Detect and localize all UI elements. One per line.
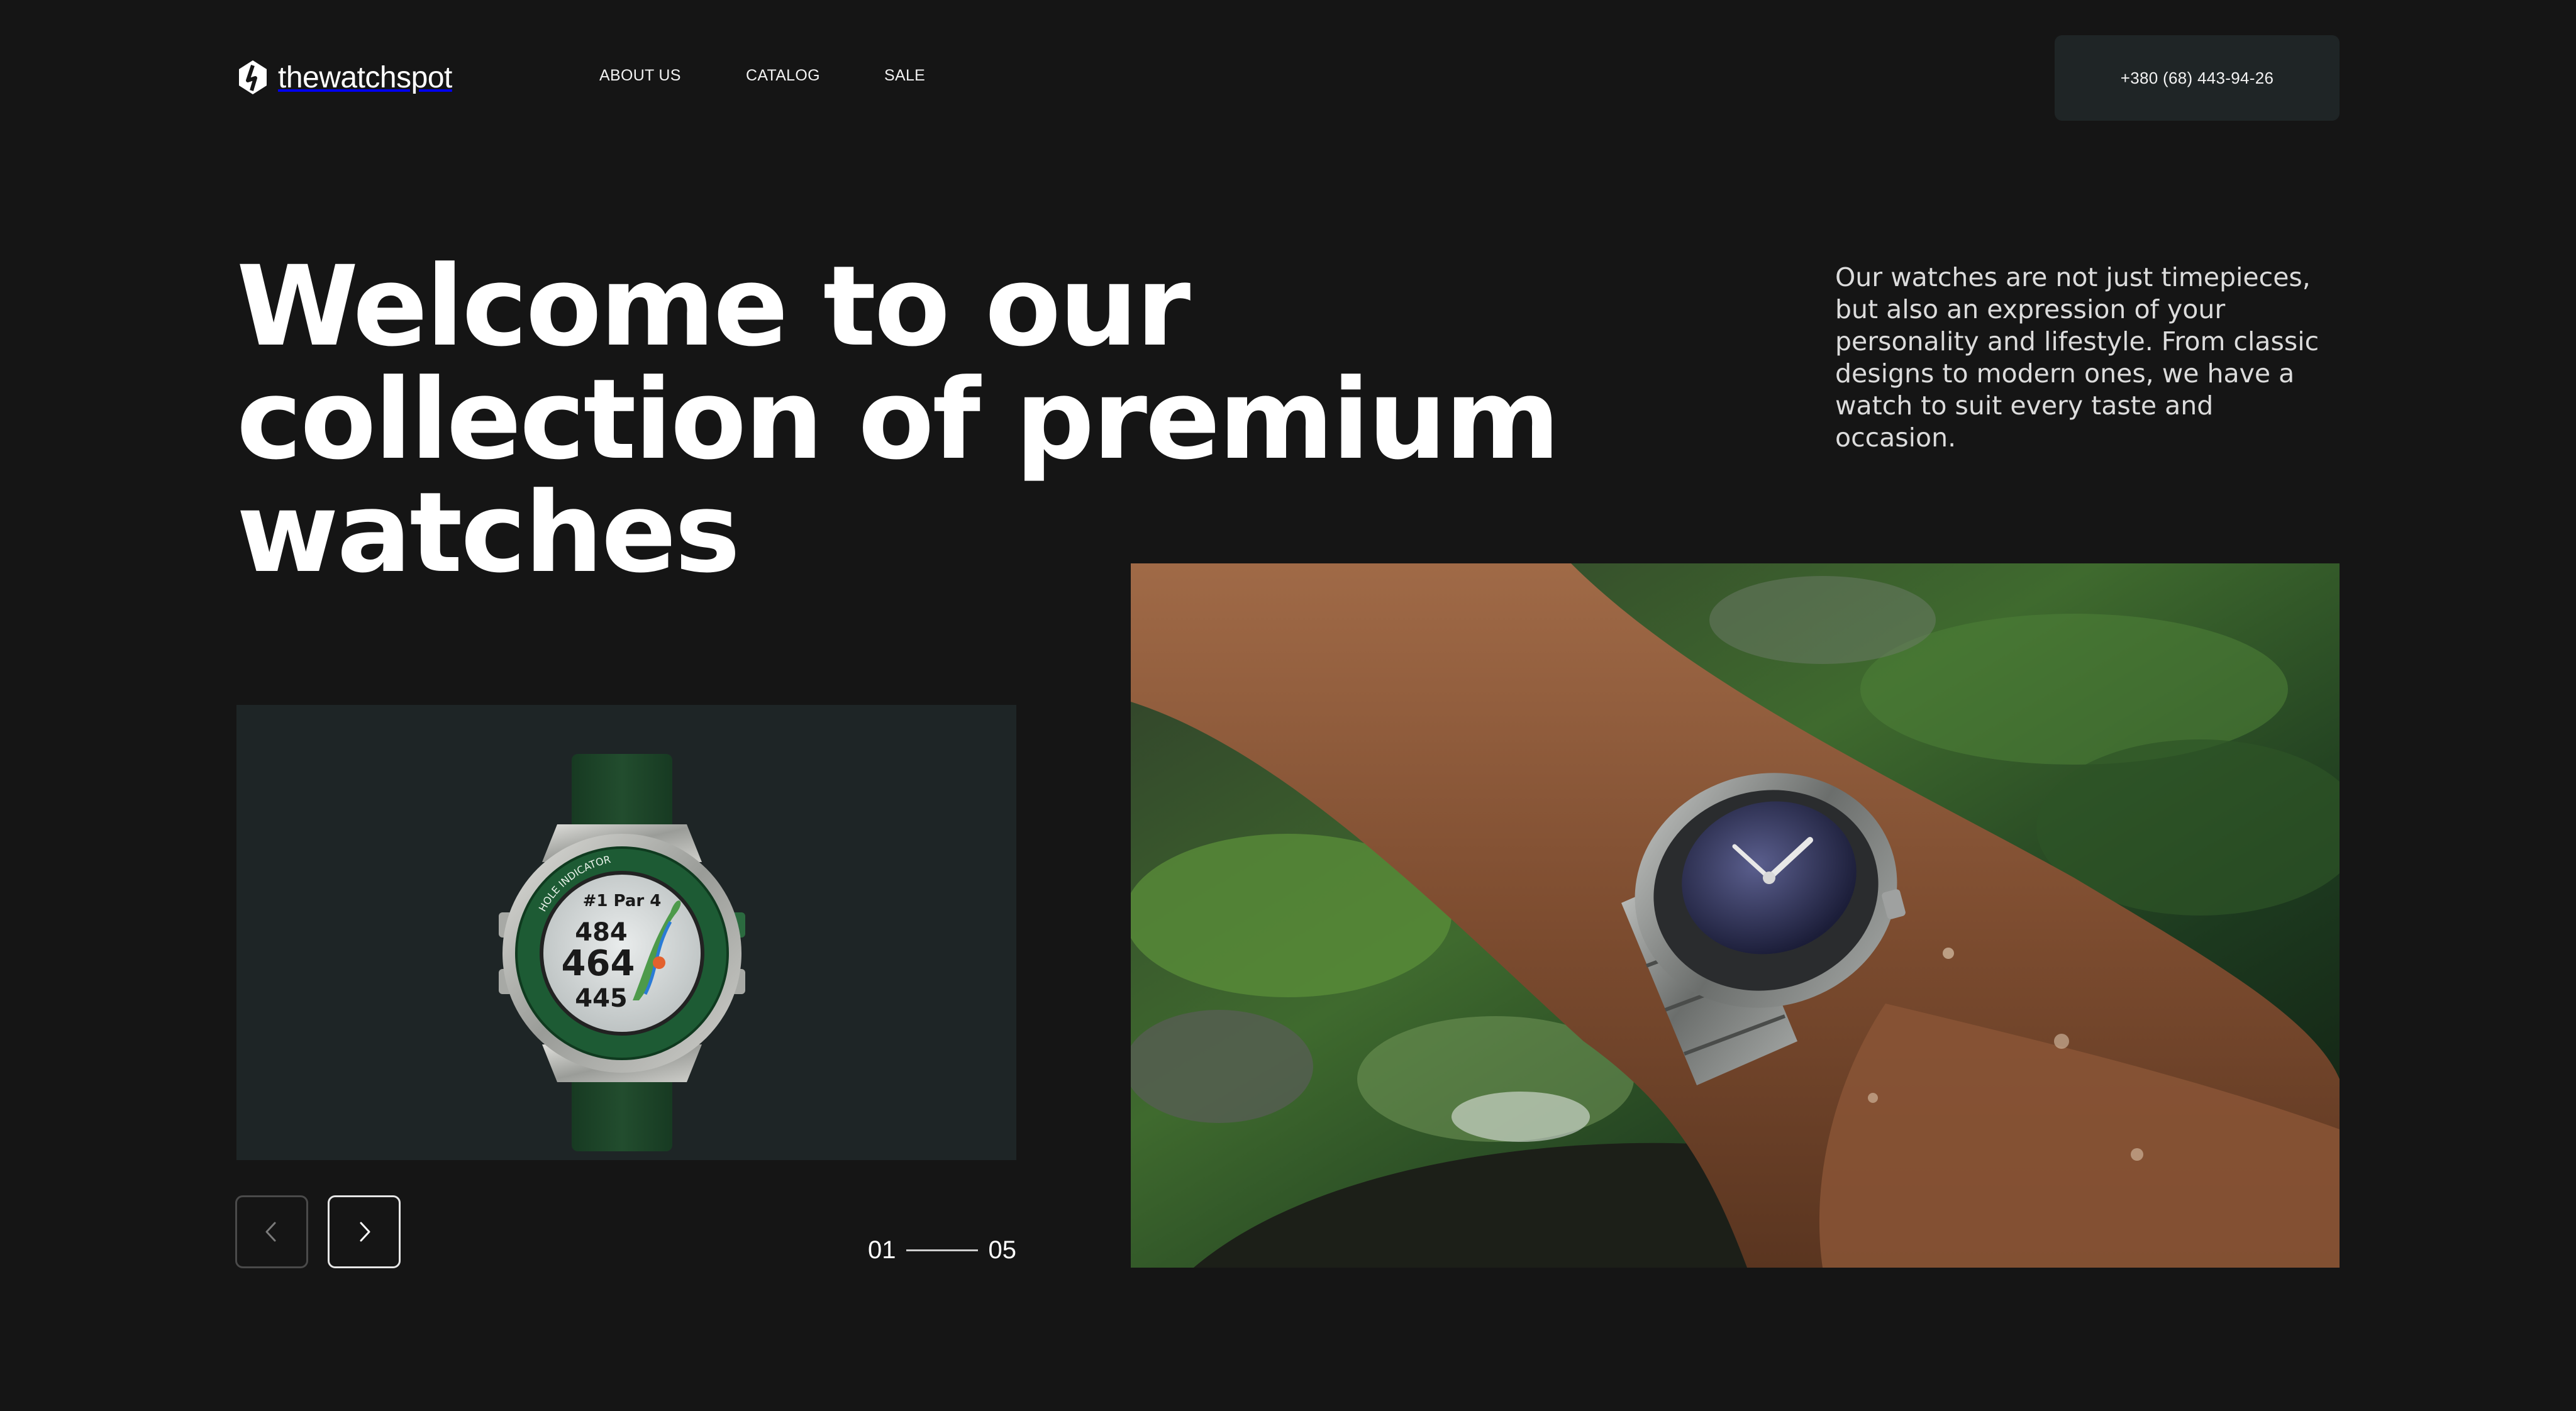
logo-mark-icon <box>239 60 267 94</box>
watch-distance-middle: 464 <box>562 943 635 984</box>
watch-distance-front: 445 <box>575 984 628 1013</box>
slider-prev-button[interactable] <box>235 1195 308 1268</box>
hero-description: Our watches are not just timepieces, but… <box>1835 262 2319 453</box>
nav-about-us[interactable]: ABOUT US <box>599 67 681 85</box>
nav-sale[interactable]: SALE <box>884 67 925 85</box>
logo[interactable]: thewatchspot <box>236 59 452 96</box>
slider-next-button[interactable] <box>328 1195 401 1268</box>
chevron-right-icon <box>360 1222 370 1242</box>
page: thewatchspot ABOUT US CATALOG SALE +380 … <box>0 0 2576 1411</box>
lifestyle-image <box>1131 563 2340 1268</box>
smartwatch-image: #1 Par 4 484 464 445 HOLE INDICATOR <box>499 754 745 1151</box>
slider-counter: 01 05 <box>868 1234 1016 1266</box>
phone-number: +380 (68) 443-94-26 <box>2120 68 2274 87</box>
product-card[interactable]: #1 Par 4 484 464 445 HOLE INDICATOR <box>236 705 1016 1160</box>
wrist-watch-photo <box>1131 563 2340 1268</box>
chevron-left-icon <box>265 1222 276 1242</box>
phone-button[interactable]: +380 (68) 443-94-26 <box>2055 35 2340 121</box>
slider-divider <box>906 1249 978 1251</box>
logo-text: thewatchspot <box>278 60 452 94</box>
slider-current: 01 <box>868 1236 896 1264</box>
slider-total: 05 <box>988 1236 1017 1264</box>
nav-catalog[interactable]: CATALOG <box>746 67 820 85</box>
watch-hole: #1 Par 4 <box>583 892 662 910</box>
hero-title: Welcome to our collection of premium wat… <box>236 242 1560 597</box>
